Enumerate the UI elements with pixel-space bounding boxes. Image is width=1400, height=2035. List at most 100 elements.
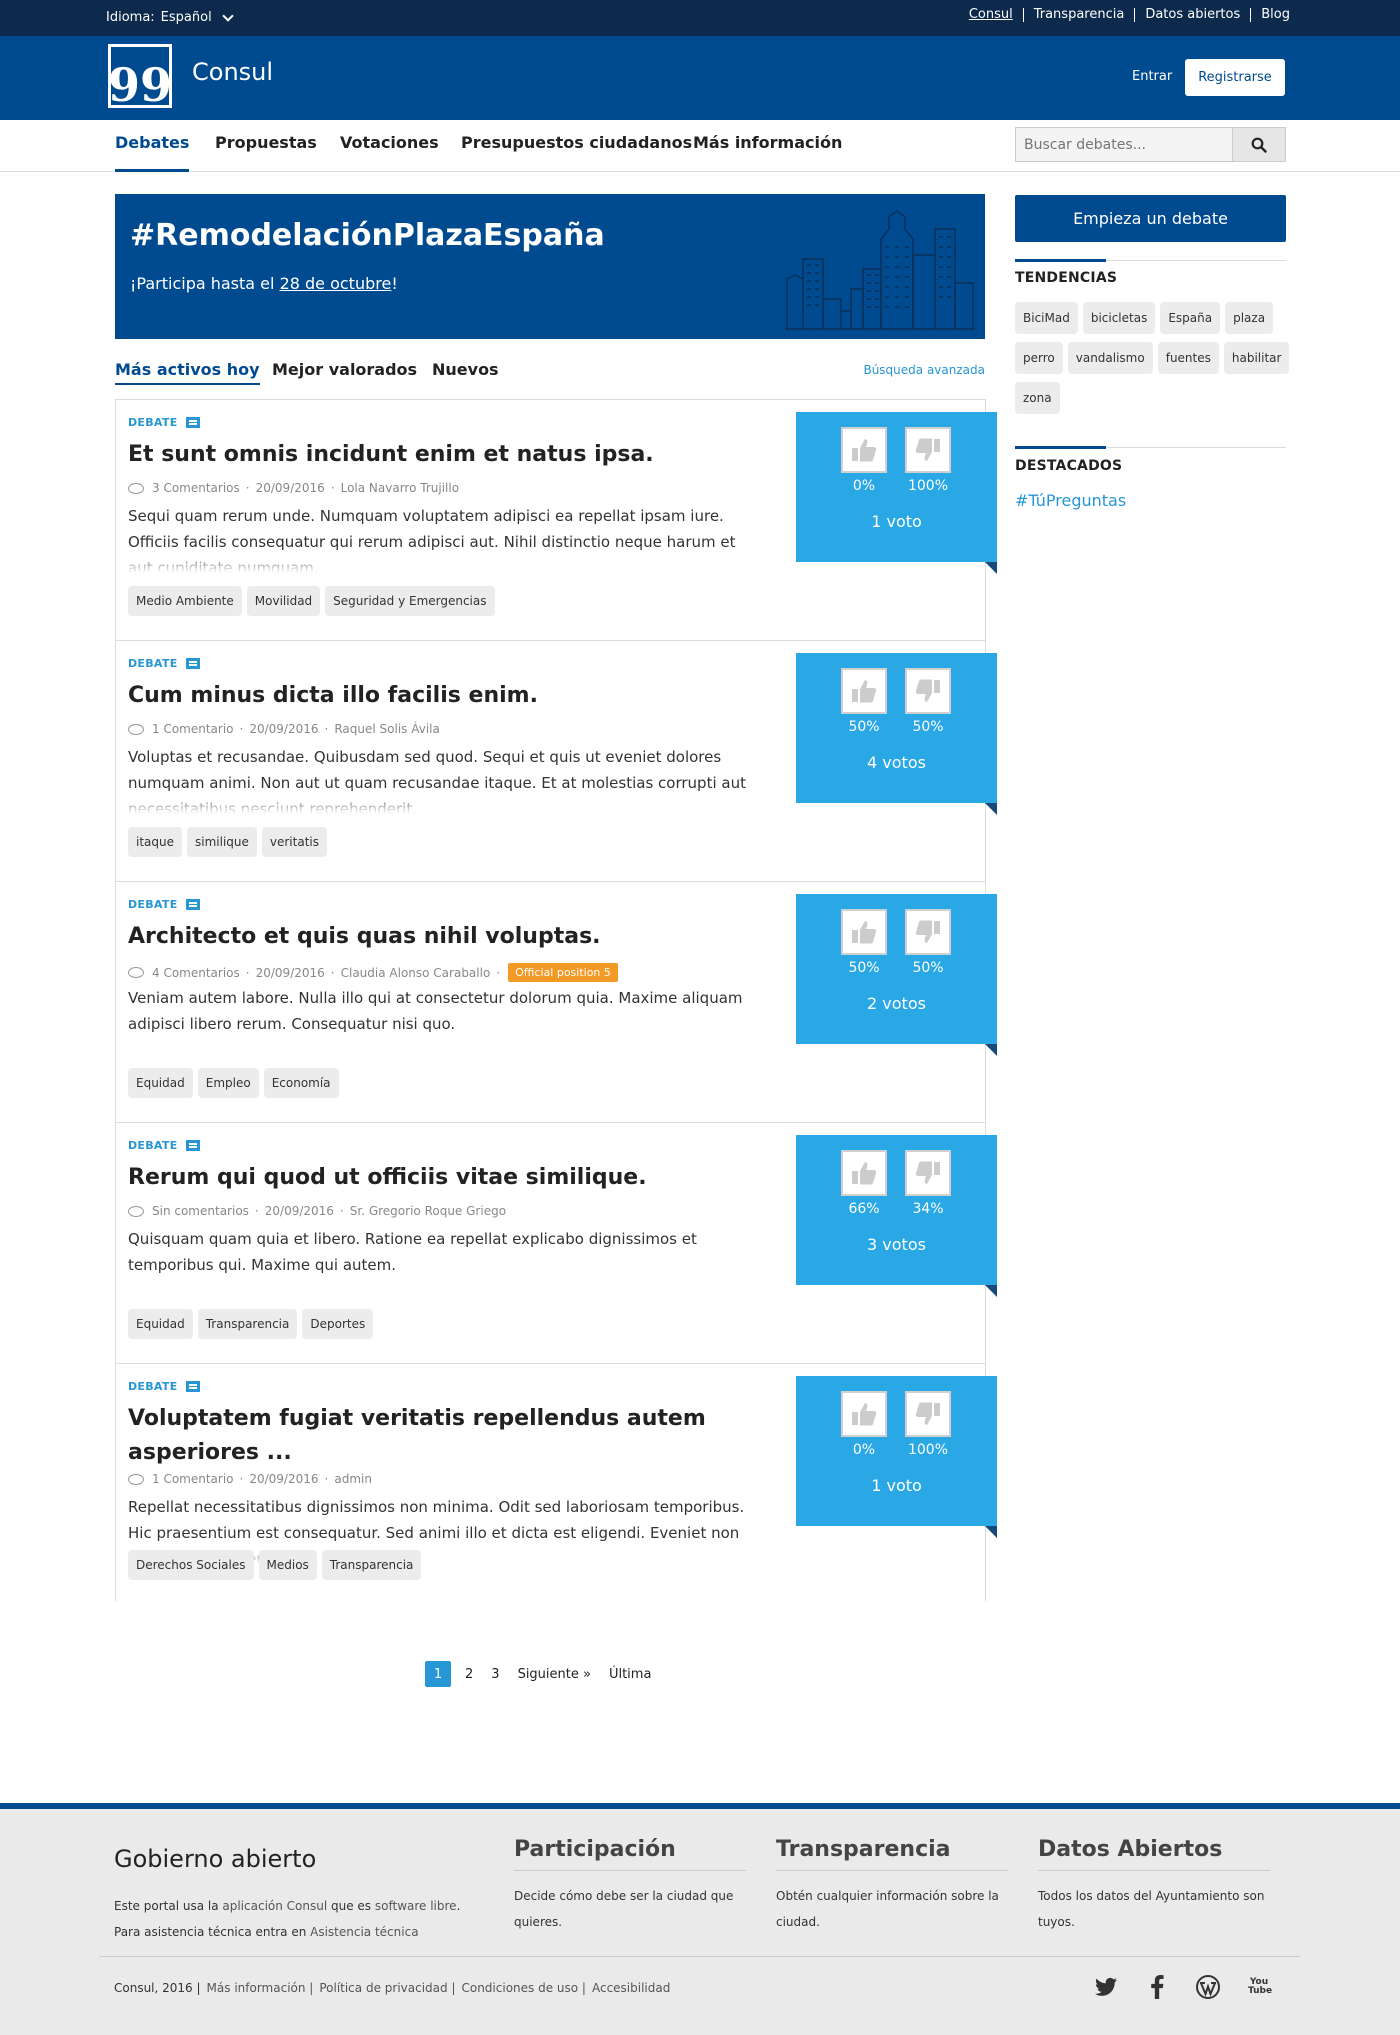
trending-tag[interactable]: bicicletas (1082, 302, 1156, 334)
order-tab-newest[interactable]: Nuevos (432, 360, 499, 383)
like-button[interactable] (841, 427, 887, 473)
footer-column-title[interactable]: Transparencia (776, 1837, 1008, 1871)
order-tab-most-active[interactable]: Más activos hoy (115, 360, 260, 385)
debate-label: DEBATE (128, 1139, 200, 1152)
nav-tab-propuestas[interactable]: Propuestas (215, 120, 317, 172)
facebook-icon[interactable] (1144, 1974, 1170, 2000)
debate-tag[interactable]: Transparencia (197, 1309, 298, 1339)
search-input[interactable] (1016, 128, 1233, 161)
debate-tag[interactable]: Medios (258, 1550, 317, 1580)
debate-comments[interactable]: 3 Comentarios (152, 481, 240, 495)
pagination: 1 2 3 Siguiente » Última (425, 1661, 669, 1687)
debate-comments[interactable]: 4 Comentarios (152, 966, 240, 980)
debate-tag[interactable]: similique (187, 827, 257, 857)
debate-title[interactable]: Cum minus dicta illo facilis enim. (128, 679, 748, 713)
dislike-button[interactable] (905, 1150, 951, 1196)
page-link[interactable]: 3 (491, 1667, 517, 1682)
copyright: Consul, 2016 | (114, 1981, 201, 1995)
like-button[interactable] (841, 909, 887, 955)
register-button[interactable]: Registrarse (1185, 59, 1285, 96)
debate-description: Veniam autem labore. Nulla illo qui at c… (128, 985, 754, 1055)
chevron-down-icon[interactable] (222, 9, 234, 22)
trending-tag[interactable]: habilitar (1223, 342, 1290, 374)
dislike-button[interactable] (905, 427, 951, 473)
debate-tag[interactable]: Deportes (302, 1309, 374, 1339)
language-value[interactable]: Español (161, 10, 212, 25)
debate-tag[interactable]: itaque (128, 827, 182, 857)
youtube-icon[interactable]: You Tube (1246, 1974, 1272, 2000)
search-button[interactable] (1233, 128, 1285, 161)
footer-link-support[interactable]: Asistencia técnica (310, 1925, 418, 1939)
footer-column-transparencia: Transparencia Obtén cualquier informació… (776, 1837, 1008, 1935)
banner-date-link[interactable]: 28 de octubre (280, 274, 392, 293)
nav-tab-votaciones[interactable]: Votaciones (340, 120, 439, 172)
page-current[interactable]: 1 (425, 1661, 451, 1687)
nav-tab-mas-informacion[interactable]: Más información (693, 120, 842, 172)
trending-tag[interactable]: España (1160, 302, 1221, 334)
featured-link[interactable]: #TúPreguntas (1015, 491, 1126, 510)
dislike-button[interactable] (905, 668, 951, 714)
wordpress-icon[interactable] (1195, 1974, 1221, 2000)
top-link-blog[interactable]: Blog (1250, 8, 1290, 22)
debate-tag[interactable]: veritatis (261, 827, 327, 857)
like-button[interactable] (841, 668, 887, 714)
like-button[interactable] (841, 1150, 887, 1196)
page-link[interactable]: 2 (465, 1667, 491, 1682)
debate-tag[interactable]: Movilidad (246, 586, 321, 616)
nav-tab-debates[interactable]: Debates (115, 120, 190, 172)
like-button[interactable] (841, 1391, 887, 1437)
debate-comments[interactable]: 1 Comentario (152, 722, 234, 736)
debate-tag[interactable]: Transparencia (321, 1550, 422, 1580)
trending-tag[interactable]: zona (1015, 382, 1060, 414)
page-last[interactable]: Última (609, 1667, 669, 1682)
debate-title[interactable]: Rerum qui quod ut officiis vitae similiq… (128, 1161, 748, 1195)
language-selector[interactable]: Idioma: Español (106, 9, 234, 25)
logo-icon[interactable]: 99 (108, 44, 172, 108)
debate-comments[interactable]: 1 Comentario (152, 1472, 234, 1486)
top-link-consul[interactable]: Consul (959, 8, 1023, 22)
dislike-button[interactable] (905, 909, 951, 955)
trending-tag[interactable]: vandalismo (1067, 342, 1153, 374)
debate-tags: Medio Ambiente Movilidad Seguridad y Eme… (128, 586, 495, 616)
featured-banner[interactable]: #RemodelaciónPlazaEspaña ¡Participa hast… (115, 194, 985, 339)
footer-link-condiciones[interactable]: Condiciones de uso | (461, 1981, 585, 1995)
page-next[interactable]: Siguiente » (518, 1667, 609, 1682)
debate-icon (185, 658, 200, 669)
thumbs-down-icon (915, 1161, 940, 1184)
top-link-datos-abiertos[interactable]: Datos abiertos (1134, 8, 1250, 22)
debate-tag[interactable]: Economía (263, 1068, 339, 1098)
dislike-button[interactable] (905, 1391, 951, 1437)
trending-tag[interactable]: BiciMad (1015, 302, 1078, 334)
debate-title[interactable]: Architecto et quis quas nihil voluptas. (128, 920, 748, 954)
login-link[interactable]: Entrar (1132, 69, 1172, 84)
footer-link-privacidad[interactable]: Política de privacidad | (319, 1981, 455, 1995)
footer-bottom-links: Consul, 2016 | Más información | Polític… (114, 1981, 670, 1995)
nav-tab-presupuestos[interactable]: Presupuestos ciudadanos (461, 120, 692, 172)
twitter-icon[interactable] (1093, 1974, 1119, 2000)
debate-tag[interactable]: Equidad (128, 1309, 193, 1339)
debate-tag[interactable]: Derechos Sociales (128, 1550, 254, 1580)
debate-tag[interactable]: Medio Ambiente (128, 586, 242, 616)
footer-column-title[interactable]: Datos Abiertos (1038, 1837, 1270, 1871)
debate-comments[interactable]: Sin comentarios (152, 1204, 249, 1218)
trending-tag[interactable]: plaza (1225, 302, 1274, 334)
debate-title[interactable]: Et sunt omnis incidunt enim et natus ips… (128, 438, 748, 472)
debate-tag[interactable]: Seguridad y Emergencias (325, 586, 495, 616)
site-footer: Gobierno abierto Este portal usa la apli… (0, 1803, 1400, 2035)
brand-name[interactable]: Consul (192, 58, 273, 86)
debate-tag[interactable]: Equidad (128, 1068, 193, 1098)
debate-card: DEBATE Et sunt omnis incidunt enim et na… (116, 400, 997, 641)
debate-title[interactable]: Voluptatem fugiat veritatis repellendus … (128, 1402, 748, 1470)
debate-tag[interactable]: Empleo (197, 1068, 259, 1098)
footer-link-mas-informacion[interactable]: Más información | (207, 1981, 314, 1995)
footer-column-title[interactable]: Participación (514, 1837, 746, 1871)
start-debate-button[interactable]: Empieza un debate (1015, 195, 1286, 242)
top-link-transparencia[interactable]: Transparencia (1022, 8, 1135, 22)
footer-link-free-software[interactable]: software libre (375, 1899, 457, 1913)
trending-tag[interactable]: perro (1015, 342, 1063, 374)
order-tab-best-rated[interactable]: Mejor valorados (272, 360, 417, 383)
footer-link-accesibilidad[interactable]: Accesibilidad (592, 1981, 670, 1995)
footer-link-app[interactable]: aplicación Consul (222, 1899, 327, 1913)
advanced-search-link[interactable]: Búsqueda avanzada (863, 363, 985, 377)
trending-tag[interactable]: fuentes (1157, 342, 1219, 374)
